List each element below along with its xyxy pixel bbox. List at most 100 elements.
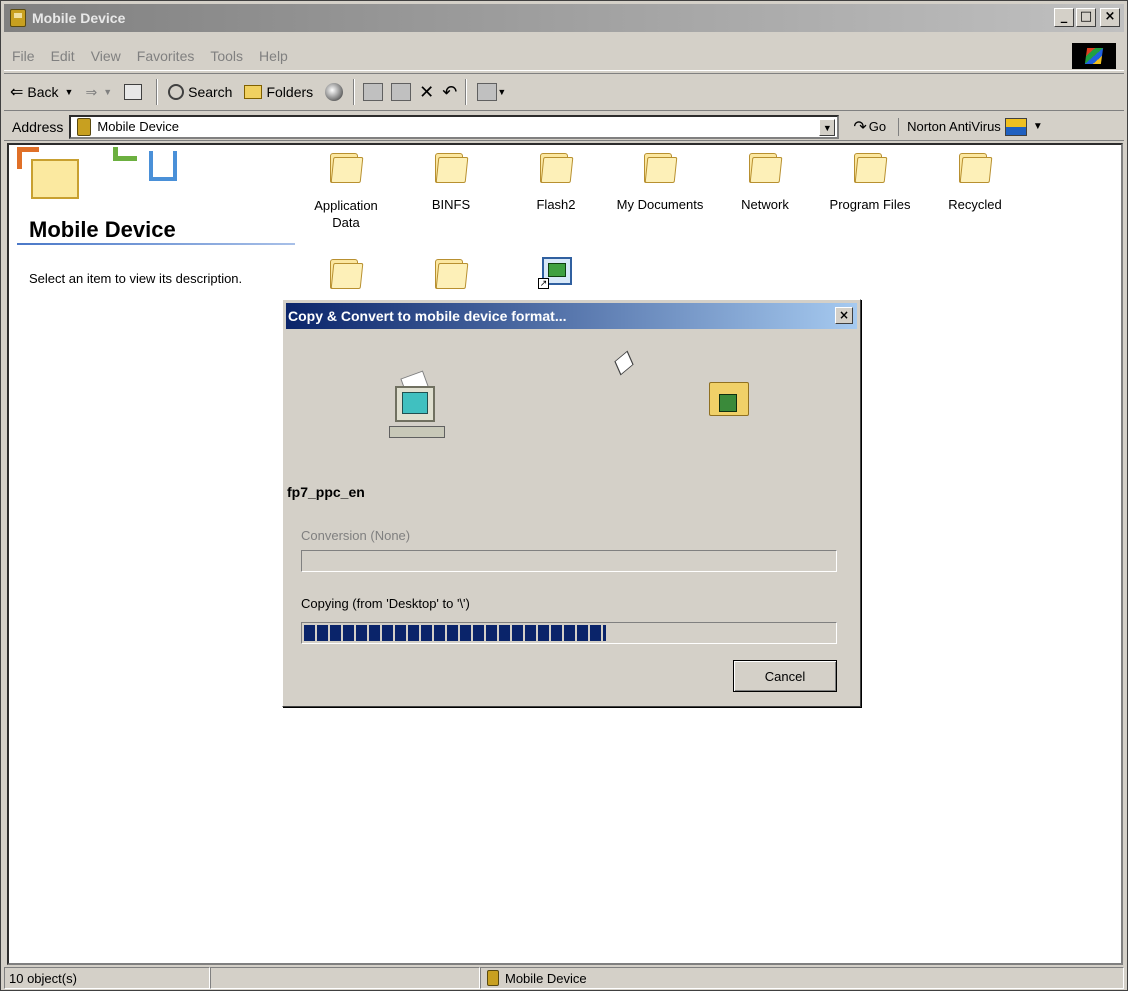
desktop-computer-icon (387, 370, 451, 446)
windows-logo-icon (1072, 43, 1116, 69)
norton-antivirus-button[interactable]: Norton AntiVirus ▼ (898, 117, 1043, 136)
folder-label: Network (741, 197, 789, 212)
folder-item[interactable] (296, 259, 396, 303)
norton-icon (1004, 117, 1027, 136)
folder-icon (433, 153, 469, 185)
copy-convert-dialog: Copy & Convert to mobile device format..… (282, 299, 861, 707)
address-dropdown-icon[interactable]: ▼ (819, 118, 836, 136)
folder-item[interactable]: My Documents (610, 153, 710, 212)
undo-icon[interactable]: ↶ (438, 77, 461, 107)
move-to-icon[interactable] (363, 83, 384, 101)
folder-item[interactable]: Network (715, 153, 815, 212)
toolbar-separator (465, 79, 468, 105)
folders-button[interactable]: Folders (238, 77, 319, 107)
menu-tools[interactable]: Tools (202, 48, 251, 64)
folder-item[interactable]: Program Files (820, 153, 920, 212)
maximize-button[interactable]: □ (1076, 8, 1096, 27)
folder-icon (957, 153, 993, 185)
minimize-button[interactable]: _ (1054, 8, 1074, 27)
go-label: Go (868, 119, 887, 134)
address-field[interactable]: Mobile Device ▼ (69, 114, 840, 139)
status-object-count: 10 object(s) (4, 967, 210, 989)
menu-favorites[interactable]: Favorites (129, 48, 203, 64)
search-button[interactable]: Search (162, 77, 238, 107)
history-icon (325, 83, 344, 101)
go-button[interactable]: ↷ Go (847, 117, 892, 137)
toolbar-separator (156, 79, 159, 105)
views-dropdown-icon: ▼ (497, 87, 507, 97)
status-bar: 10 object(s) Mobile Device (4, 967, 1124, 989)
forward-button[interactable]: ⇒ ▼ (79, 77, 118, 107)
panel-divider (17, 243, 295, 245)
folder-label: Application Data (314, 198, 378, 230)
title-bar[interactable]: Mobile Device _ □ × (4, 4, 1124, 32)
back-dropdown-icon[interactable]: ▼ (65, 87, 74, 97)
folder-icon (433, 259, 469, 291)
dialog-title-bar[interactable]: Copy & Convert to mobile device format..… (286, 303, 857, 329)
folder-label: Flash2 (536, 197, 576, 212)
flying-document-icon (613, 352, 633, 374)
conversion-label: Conversion (None) (301, 528, 411, 543)
back-arrow-icon: ⇐ (10, 84, 24, 101)
window-controls: _ □ × (1054, 8, 1120, 27)
delete-icon[interactable]: ✕ (415, 77, 438, 107)
forward-dropdown-icon: ▼ (103, 87, 113, 97)
copying-label: Copying (from 'Desktop' to '\') (301, 596, 470, 611)
folder-icon (538, 153, 574, 185)
menu-edit[interactable]: Edit (43, 48, 83, 64)
menu-bar: File Edit View Favorites Tools Help (4, 41, 1124, 71)
folder-label: Program Files (829, 197, 911, 212)
folder-icon (328, 259, 364, 291)
mobile-device-icon (77, 117, 92, 136)
folder-item[interactable]: BINFS (401, 153, 501, 212)
folder-banner-icon (17, 145, 197, 205)
folder-label: My Documents (616, 197, 704, 212)
conversion-progress-bar (301, 550, 837, 572)
history-button[interactable] (319, 77, 349, 107)
folder-item[interactable]: Flash2 (506, 153, 606, 212)
copy-to-icon[interactable] (391, 83, 412, 101)
panel-description: Select an item to view its description. (29, 271, 243, 286)
web-view-panel: Mobile Device Select an item to view its… (9, 145, 299, 545)
mobile-device-icon (10, 9, 26, 27)
menu-file[interactable]: File (4, 48, 43, 64)
back-button[interactable]: ⇐ Back ▼ (4, 77, 79, 107)
folder-label: BINFS (431, 197, 471, 212)
views-button[interactable]: ▼ (471, 77, 512, 107)
copy-progress-fill (304, 625, 607, 641)
folder-label: Recycled (948, 197, 1002, 212)
dialog-filename: fp7_ppc_en (287, 484, 365, 500)
up-folder-button[interactable] (118, 77, 152, 107)
close-button[interactable]: × (1100, 8, 1120, 27)
views-icon (477, 83, 498, 101)
address-label: Address (12, 118, 64, 135)
window-title: Mobile Device (32, 10, 126, 26)
shortcut-item[interactable]: ↗ (506, 257, 606, 289)
copy-progress-bar (301, 622, 837, 644)
status-location-label: Mobile Device (505, 970, 587, 986)
shortcut-icon: ↗ (538, 257, 574, 289)
address-bar: Address Mobile Device ▼ ↷ Go Norton Anti… (4, 113, 1124, 141)
folders-icon (244, 85, 263, 99)
folder-icon (328, 153, 364, 185)
go-arrow-icon: ↷ (853, 118, 867, 136)
menu-help[interactable]: Help (251, 48, 296, 64)
explorer-window: Mobile Device _ □ × File Edit View Favor… (0, 0, 1128, 991)
forward-arrow-icon: ⇒ (85, 83, 98, 100)
menu-view[interactable]: View (83, 48, 129, 64)
back-label: Back (27, 84, 59, 100)
status-empty-pane (210, 967, 480, 989)
norton-dropdown-icon[interactable]: ▼ (1033, 121, 1043, 132)
folder-item[interactable] (401, 259, 501, 303)
mobile-device-folder-icon (707, 378, 755, 424)
dialog-close-button[interactable]: × (835, 307, 853, 324)
mobile-device-icon (487, 970, 499, 986)
toolbar-separator (353, 79, 356, 105)
search-icon (168, 84, 185, 100)
folders-label: Folders (266, 84, 314, 100)
norton-label: Norton AntiVirus (907, 119, 1001, 134)
status-location: Mobile Device (480, 967, 1124, 989)
folder-item[interactable]: Recycled (925, 153, 1025, 212)
folder-item[interactable]: Application Data (296, 153, 396, 231)
cancel-button[interactable]: Cancel (733, 660, 837, 692)
